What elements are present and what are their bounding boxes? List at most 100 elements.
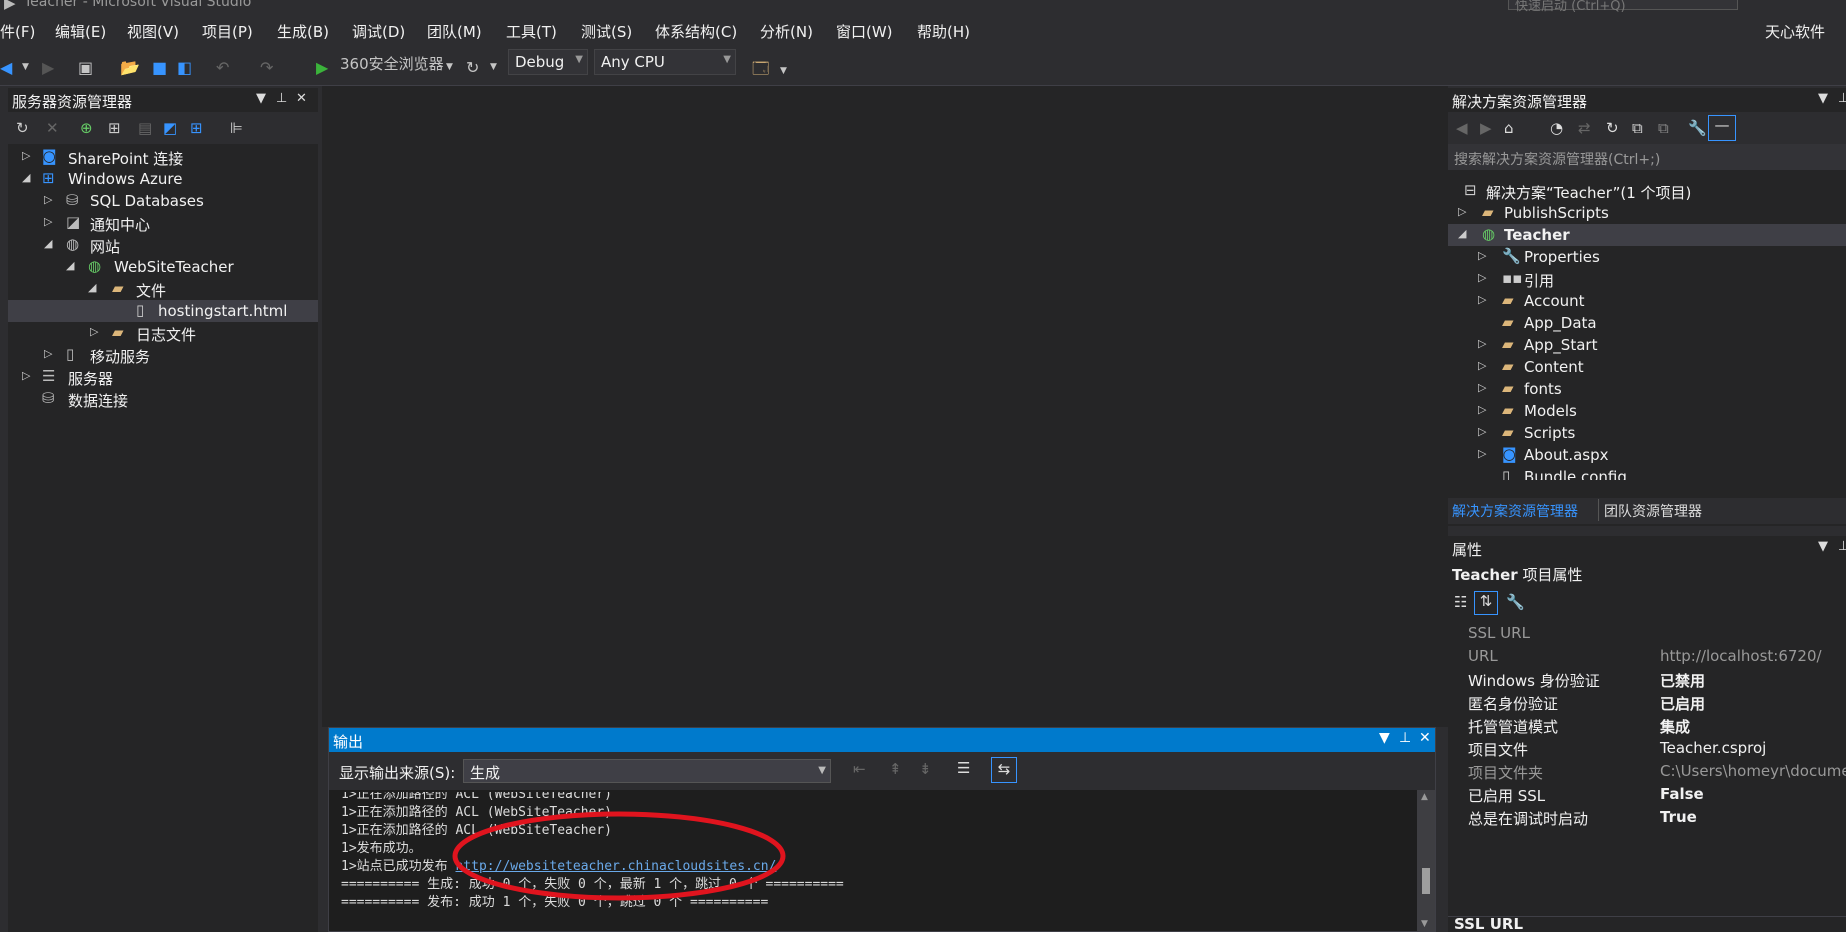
refresh-dropdown-icon[interactable]: ▼ [490, 62, 497, 72]
tree-item-scripts[interactable]: ▷ ▰ Scripts [1448, 422, 1846, 444]
tree-item-servers[interactable]: ▷ ☰ 服务器 [8, 366, 318, 388]
output-scrollbar[interactable]: ▲ ▼ [1417, 790, 1435, 931]
tree-item-hostingstart[interactable]: ▯ hostingstart.html [8, 300, 318, 322]
expand-icon[interactable]: ▷ [90, 325, 98, 338]
expand-icon[interactable]: ▷ [1458, 205, 1466, 218]
toolbar-overflow-icon[interactable]: ▼ [780, 66, 787, 76]
sync-icon[interactable]: ⇄ [1578, 119, 1591, 137]
panel-menu-icon[interactable]: ▼ [1818, 539, 1828, 554]
azure-icon[interactable]: ◩ [163, 119, 177, 137]
user-name[interactable]: 天心软件 [1765, 21, 1825, 42]
menu-analyze[interactable]: 分析(N) [760, 21, 813, 42]
tree-item-app-start[interactable]: ▷ ▰ App_Start [1448, 334, 1846, 356]
tree-item-bundle-config[interactable]: ▯ Bundle.config [1448, 466, 1846, 480]
tree-item-content[interactable]: ▷ ▰ Content [1448, 356, 1846, 378]
collapse-icon[interactable]: ◢ [44, 237, 52, 250]
redo-icon[interactable]: ↷ [260, 58, 273, 77]
property-row[interactable]: 匿名身份验证 已启用 [1448, 691, 1838, 714]
menu-architecture[interactable]: 体系结构(C) [655, 21, 737, 42]
scroll-down-icon[interactable]: ▼ [1421, 919, 1428, 929]
tree-item-notification-hubs[interactable]: ▷ ◪ 通知中心 [8, 212, 318, 234]
start-debug-icon[interactable]: ▶ [316, 58, 328, 77]
show-all-files-icon[interactable]: ⧉ [1658, 119, 1669, 137]
connect-sharepoint-icon[interactable]: ▤ [138, 119, 152, 137]
solution-search-input[interactable]: 搜索解决方案资源管理器(Ctrl+;) [1448, 144, 1846, 170]
tree-item-windows-azure[interactable]: ◢ ⊞ Windows Azure [8, 168, 318, 190]
menu-view[interactable]: 视图(V) [127, 21, 179, 42]
clear-all-icon[interactable]: ☰ [957, 759, 970, 777]
expand-icon[interactable]: ▷ [44, 215, 52, 228]
home-icon[interactable]: ⌂ [1504, 119, 1514, 137]
expand-icon[interactable]: ▷ [1478, 337, 1486, 350]
collapse-icon[interactable]: ◢ [1458, 227, 1466, 240]
expand-icon[interactable]: ▷ [1478, 447, 1486, 460]
menu-tools[interactable]: 工具(T) [506, 21, 557, 42]
tab-team-explorer[interactable]: 团队资源管理器 [1604, 501, 1702, 521]
stop-icon[interactable]: ✕ [46, 119, 59, 137]
property-row[interactable]: 总是在调试时启动 True [1448, 806, 1838, 829]
tree-item-solution[interactable]: ⊟ 解决方案“Teacher”(1 个项目) [1448, 180, 1846, 202]
tree-item-log-files[interactable]: ▷ ▰ 日志文件 [8, 322, 318, 344]
expand-icon[interactable]: ▷ [1478, 359, 1486, 372]
open-file-icon[interactable]: 📂 [120, 58, 140, 77]
word-wrap-toggle-icon[interactable]: ⇆ [991, 757, 1017, 783]
tree-item-websites[interactable]: ◢ ◍ 网站 [8, 234, 318, 256]
tree-item-mobile-services[interactable]: ▷ ▯ 移动服务 [8, 344, 318, 366]
tree-item-data-connections[interactable]: ⛁ 数据连接 [8, 388, 318, 410]
menu-file[interactable]: 件(F) [0, 21, 35, 42]
solution-platform-select[interactable]: Any CPU ▼ [594, 49, 736, 75]
property-row[interactable]: SSL URL [1448, 622, 1838, 645]
collapse-icon[interactable]: ◢ [66, 259, 74, 272]
menu-team[interactable]: 团队(M) [427, 21, 482, 42]
panel-menu-icon[interactable]: ▼ [1818, 91, 1828, 106]
forward-icon[interactable]: ▶ [42, 58, 54, 77]
pin-icon[interactable]: ⊥ [1838, 539, 1846, 554]
expand-icon[interactable]: ▷ [44, 193, 52, 206]
output-source-select[interactable]: 生成 ▼ [463, 759, 831, 783]
pin-icon[interactable]: ⊥ [276, 91, 287, 106]
refresh-icon[interactable]: ↻ [16, 119, 29, 137]
menu-window[interactable]: 窗口(W) [836, 21, 893, 42]
tree-item-account[interactable]: ▷ ▰ Account [1448, 290, 1846, 312]
find-message-icon[interactable]: ⇤ [853, 760, 866, 778]
expand-icon[interactable]: ▷ [1478, 293, 1486, 306]
alphabetical-icon[interactable]: ⇅ [1474, 591, 1498, 615]
scroll-thumb[interactable] [1422, 868, 1430, 894]
property-row[interactable]: 项目文件夹 C:\Users\homeyr\docume [1448, 760, 1846, 783]
refresh-icon[interactable]: ↻ [466, 58, 479, 77]
menu-edit[interactable]: 编辑(E) [55, 21, 106, 42]
tree-item-sql-databases[interactable]: ▷ ⛁ SQL Databases [8, 190, 318, 212]
tree-item-teacher-project[interactable]: ◢ ◍ Teacher [1448, 224, 1846, 246]
new-project-icon[interactable]: ▣ [78, 58, 93, 77]
tree-item-properties[interactable]: ▷ 🔧 Properties [1448, 246, 1846, 268]
expand-icon[interactable]: ▷ [22, 149, 30, 162]
expand-icon[interactable]: ▷ [1478, 403, 1486, 416]
connect-server-icon[interactable]: ⊞ [108, 119, 121, 137]
properties-object-selector[interactable]: Teacher 项目属性 [1452, 564, 1582, 585]
panel-menu-icon[interactable]: ▼ [256, 91, 266, 106]
back-icon[interactable]: ◀ [1456, 119, 1468, 137]
close-icon[interactable]: ✕ [296, 91, 307, 106]
tree-item-references[interactable]: ▷ ▪▪ 引用 [1448, 268, 1846, 290]
expand-icon[interactable]: ▷ [22, 369, 30, 382]
find-in-files-icon[interactable]: 🗔 [752, 58, 769, 85]
refresh-icon[interactable]: ↻ [1606, 119, 1619, 137]
start-browser-button[interactable]: 360安全浏览器 [340, 53, 444, 74]
tab-solution-explorer[interactable]: 解决方案资源管理器 [1452, 501, 1578, 521]
menu-help[interactable]: 帮助(H) [917, 21, 970, 42]
tree-item-app-data[interactable]: ▰ App_Data [1448, 312, 1846, 334]
property-row[interactable]: 托管管道模式 集成 [1448, 714, 1838, 737]
property-row[interactable]: URL http://localhost:6720/ [1448, 645, 1838, 668]
browser-dropdown-icon[interactable]: ▼ [446, 62, 453, 72]
scroll-up-icon[interactable]: ▲ [1421, 792, 1428, 802]
connect-database-icon[interactable]: ⊕ [80, 119, 93, 137]
expand-icon[interactable]: ▷ [44, 347, 52, 360]
undo-icon[interactable]: ↶ [216, 58, 229, 77]
pending-changes-icon[interactable]: ◔ [1550, 119, 1563, 137]
tree-item-models[interactable]: ▷ ▰ Models [1448, 400, 1846, 422]
tree-item-files[interactable]: ◢ ▰ 文件 [8, 278, 318, 300]
expand-icon[interactable]: ▷ [1478, 381, 1486, 394]
expand-icon[interactable]: ▷ [1478, 249, 1486, 262]
menu-debug[interactable]: 调试(D) [352, 21, 405, 42]
back-icon[interactable]: ◀ [0, 58, 12, 77]
